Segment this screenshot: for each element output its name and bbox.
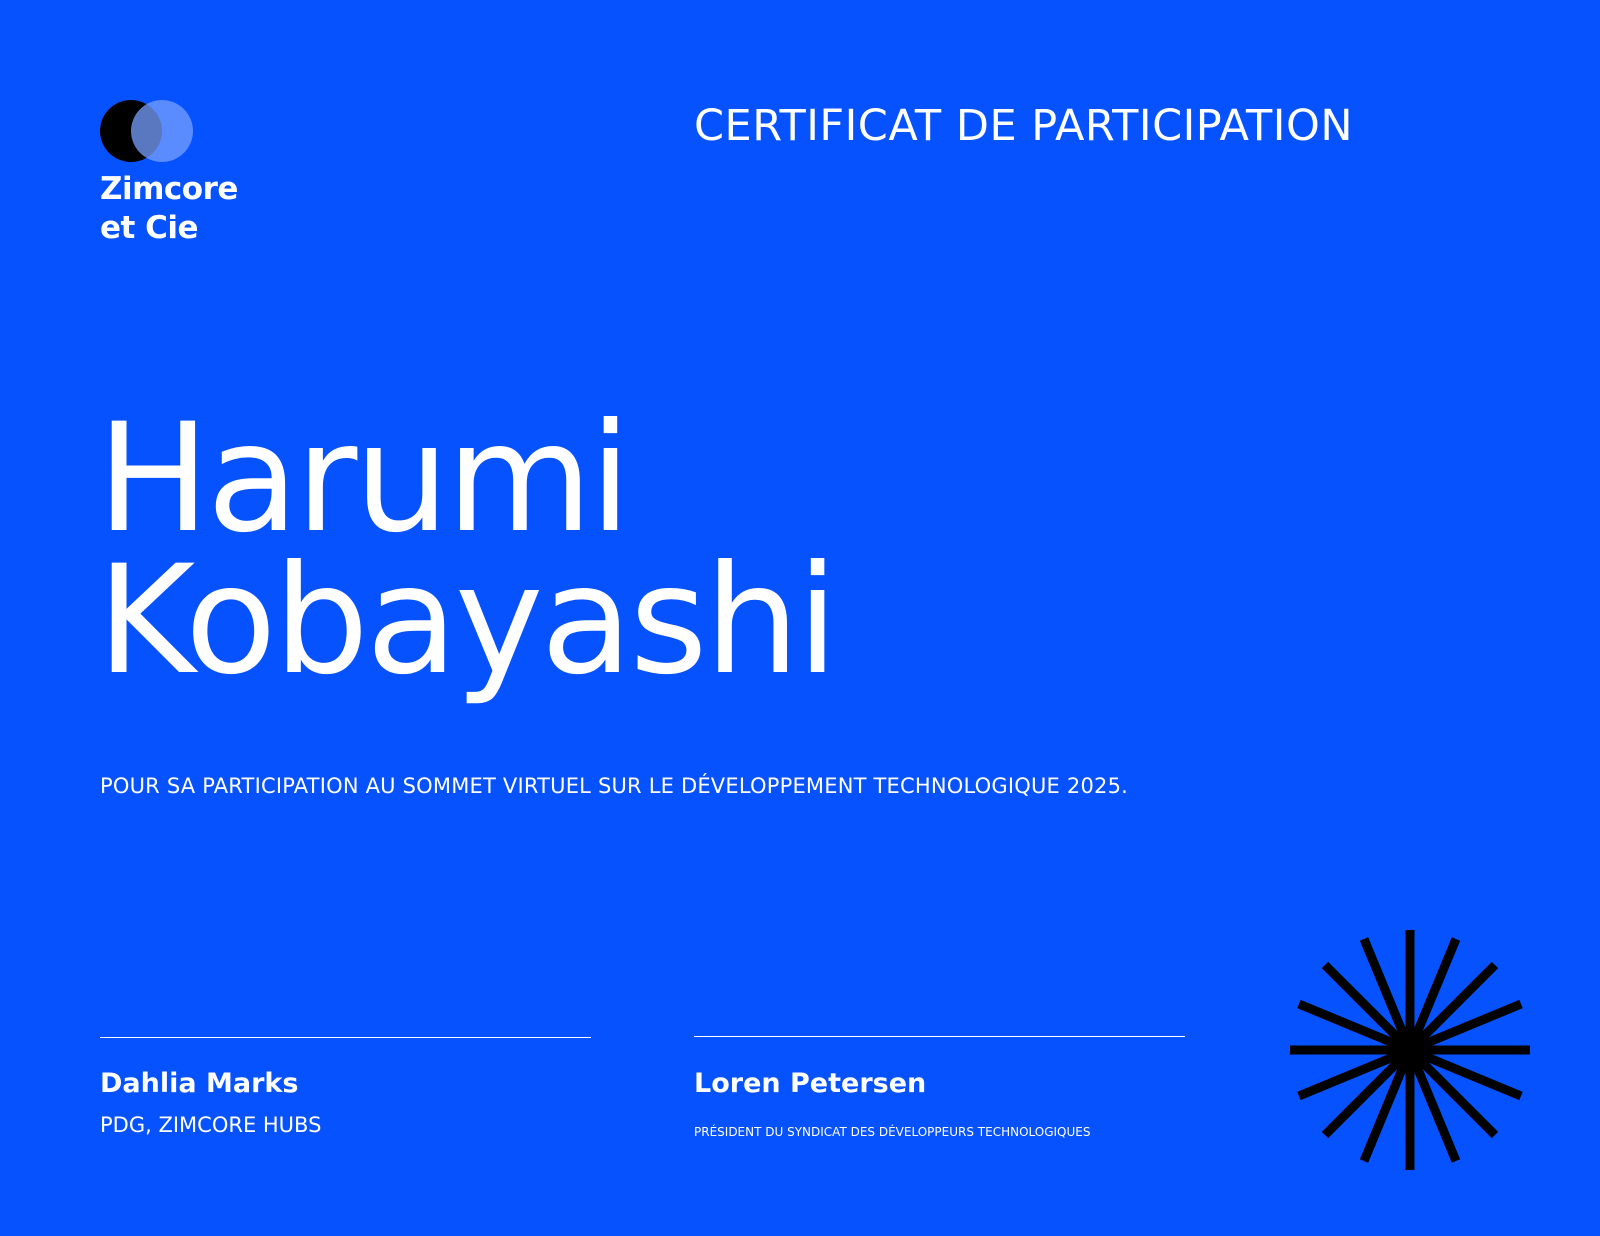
signer-name-right: Loren Petersen (694, 1068, 927, 1099)
recipient-first-name: Harumi (97, 392, 631, 566)
overlapping-circles-icon (100, 100, 194, 162)
recipient-last-name: Kobayashi (97, 534, 838, 708)
company-name: Zimcore et Cie (100, 170, 238, 248)
signature-line-right (694, 1036, 1185, 1037)
signer-title-left: PDG, ZIMCORE HUBS (100, 1113, 322, 1137)
company-name-line1: Zimcore (100, 171, 238, 207)
signature-line-left (100, 1037, 591, 1038)
certificate-description: POUR SA PARTICIPATION AU SOMMET VIRTUEL … (100, 774, 1129, 798)
certificate-page: Zimcore et Cie CERTIFICAT DE PARTICIPATI… (0, 0, 1600, 1236)
starburst-icon (1290, 930, 1530, 1170)
logo-circle-light (131, 100, 193, 162)
recipient-name: Harumi Kobayashi (97, 392, 838, 708)
company-name-line2: et Cie (100, 210, 199, 246)
signer-name-left: Dahlia Marks (100, 1068, 299, 1099)
signer-title-right: PRÉSIDENT DU SYNDICAT DES DÉVELOPPEURS T… (694, 1125, 1091, 1139)
company-logo: Zimcore et Cie (100, 100, 238, 248)
certificate-title: CERTIFICAT DE PARTICIPATION (694, 101, 1354, 151)
